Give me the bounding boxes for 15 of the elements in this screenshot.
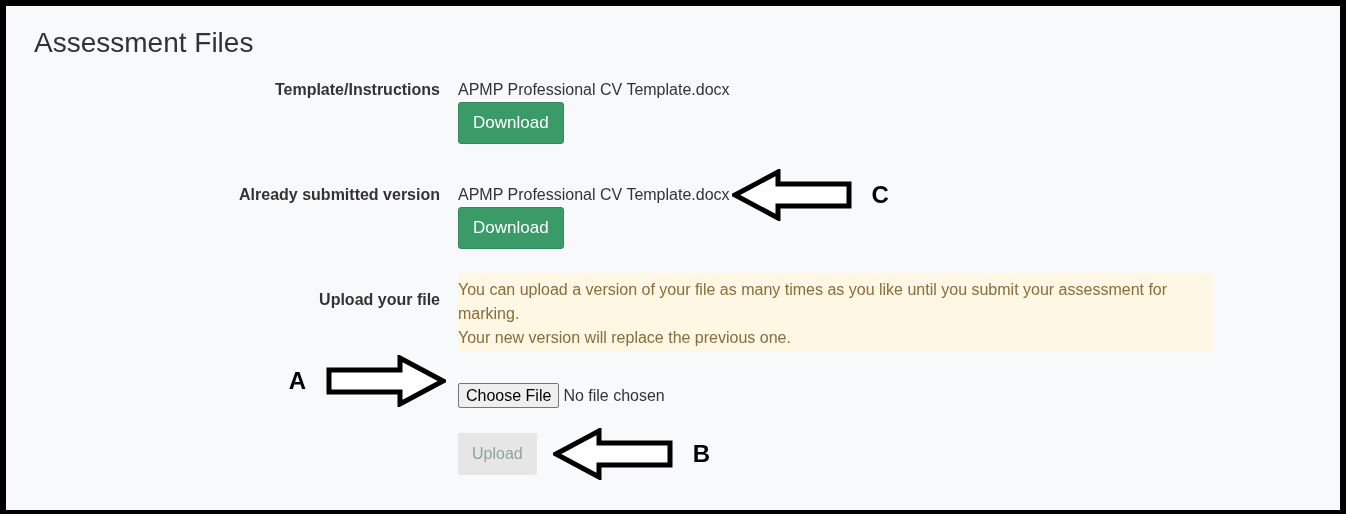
annotation-letter: C	[871, 181, 889, 209]
field-label: Already submitted version	[238, 185, 440, 205]
download-button[interactable]: Download	[458, 102, 564, 144]
annotation-letter: B	[692, 440, 711, 468]
notice-text: You can upload a version of your file as many times as you like until you submit your assessment for marking.	[458, 280, 1169, 324]
page-title: Assessment Files	[33, 26, 255, 60]
annotation-letter: A	[288, 367, 306, 395]
field-label: Template/Instructions	[273, 80, 440, 100]
field-label: Upload your file	[318, 290, 440, 310]
notice-text: Your new version will replace the previous one.	[458, 328, 792, 348]
file-name: APMP Professional CV Template.docx	[458, 186, 730, 204]
file-name: APMP Professional CV Template.docx	[458, 81, 730, 99]
download-button[interactable]: Download	[458, 207, 564, 249]
file-status: No file chosen	[563, 386, 665, 405]
choose-file-button[interactable]: Choose File	[458, 383, 560, 408]
